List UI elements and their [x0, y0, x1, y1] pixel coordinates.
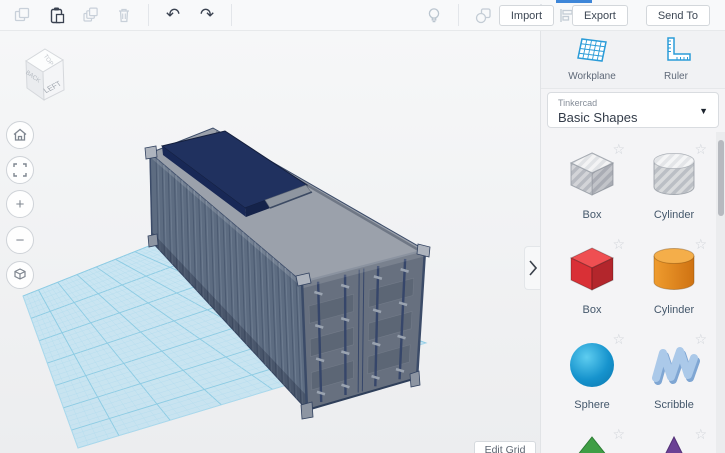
blue-sphere-icon [570, 343, 614, 387]
panel-tools: Workplane Ruler [541, 30, 725, 89]
workplane-icon [577, 38, 607, 62]
paste-button[interactable] [46, 5, 66, 25]
fit-view-button[interactable] [6, 156, 34, 184]
toolbar-divider [458, 4, 459, 26]
purple-pyramid-icon [665, 435, 683, 453]
group-icon [475, 8, 491, 24]
workplane-label: Workplane [568, 71, 616, 82]
workplane-tool[interactable]: Workplane [559, 36, 625, 82]
perspective-cube-icon [14, 268, 26, 280]
shape-tile-box[interactable]: ☆ Box [559, 237, 625, 338]
minus-icon: − [15, 231, 25, 249]
panel-scrollbar[interactable] [716, 132, 725, 453]
striped-cylinder-icon [653, 153, 695, 195]
home-view-button[interactable] [6, 121, 34, 149]
favorite-star-icon[interactable]: ☆ [694, 142, 707, 158]
striped-box-icon [569, 152, 615, 196]
favorite-star-icon[interactable]: ☆ [612, 237, 625, 253]
shape-label: Cylinder [653, 304, 695, 316]
zoom-out-button[interactable]: − [6, 226, 34, 254]
favorite-star-icon[interactable]: ☆ [694, 427, 707, 443]
shape-label: Cylinder [653, 209, 695, 221]
scene-3d [22, 127, 431, 449]
chevron-down-icon: ▼ [699, 106, 708, 116]
red-box-icon [569, 247, 615, 291]
panel-collapse-handle[interactable] [524, 246, 540, 290]
top-accent-bar [556, 0, 592, 3]
fit-view-icon [13, 163, 27, 177]
shape-label: Scribble [654, 399, 694, 411]
ruler-label: Ruler [664, 71, 688, 82]
favorite-star-icon[interactable]: ☆ [694, 237, 707, 253]
ruler-icon [667, 37, 691, 61]
scrollbar-thumb[interactable] [717, 140, 724, 216]
viewport-3d[interactable]: TOP BACK LEFT + − Edit Grid [0, 30, 540, 453]
edit-grid-button[interactable]: Edit Grid [474, 441, 536, 453]
home-icon [13, 128, 27, 141]
scribble-icon [652, 347, 700, 385]
redo-icon: ↷ [199, 4, 215, 25]
favorite-star-icon[interactable]: ☆ [612, 427, 625, 443]
export-button[interactable]: Export [572, 5, 628, 26]
undo-button[interactable]: ↶ [163, 5, 183, 25]
copy-icon [14, 7, 30, 22]
view-cube[interactable]: TOP BACK LEFT [14, 46, 70, 106]
orange-cylinder-icon [653, 248, 695, 290]
shape-tile-pyramid[interactable]: ☆ [641, 427, 707, 453]
plus-icon: + [15, 195, 25, 213]
shape-tile-scribble[interactable]: ☆ Scribble [641, 332, 707, 433]
dropdown-selected-value: Basic Shapes [558, 110, 638, 125]
shape-tile-sphere[interactable]: ☆ Sphere [559, 332, 625, 433]
dropdown-category: Tinkercad [558, 98, 598, 108]
chevron-right-icon [529, 260, 537, 276]
duplicate-icon [83, 7, 98, 22]
shape-library-dropdown[interactable]: Tinkercad Basic Shapes ▼ [547, 92, 719, 128]
toolbar-divider [148, 4, 149, 26]
perspective-toggle-button[interactable] [6, 261, 34, 289]
shapes-panel: Workplane Ruler Tinkercad Basic Shapes ▼… [540, 30, 725, 453]
favorite-star-icon[interactable]: ☆ [612, 142, 625, 158]
paste-icon [50, 7, 65, 24]
toolbar: ↶ ↷ Import Export Send To [0, 0, 725, 31]
shape-tile-cylinder[interactable]: ☆ Cylinder [641, 237, 707, 338]
shape-tile-roof[interactable]: ☆ [559, 427, 625, 453]
import-button[interactable]: Import [498, 5, 555, 26]
send-to-button[interactable]: Send To [645, 5, 710, 26]
redo-button[interactable]: ↷ [197, 5, 217, 25]
favorite-star-icon[interactable]: ☆ [694, 332, 707, 348]
shape-label: Box [582, 209, 602, 221]
green-roof-icon [578, 436, 606, 453]
ruler-tool[interactable]: Ruler [643, 36, 709, 82]
shape-tile-box-hole[interactable]: ☆ Box [559, 142, 625, 243]
toolbar-divider [231, 4, 232, 26]
copy-button[interactable] [12, 5, 32, 25]
shape-label: Box [582, 304, 602, 316]
duplicate-button[interactable] [80, 5, 100, 25]
shape-tile-cylinder-hole[interactable]: ☆ Cylinder [641, 142, 707, 243]
delete-button[interactable] [114, 5, 134, 25]
show-all-button[interactable] [424, 5, 444, 25]
trash-icon [119, 8, 129, 23]
shape-label: Sphere [574, 399, 610, 411]
undo-icon: ↶ [165, 4, 181, 25]
favorite-star-icon[interactable]: ☆ [612, 332, 625, 348]
shapes-grid: ☆ Box ☆ Cylinder ☆ Box ☆ Cylinder ☆ Sphe… [541, 132, 725, 453]
group-button[interactable] [473, 5, 493, 25]
zoom-in-button[interactable]: + [6, 190, 34, 218]
lightbulb-icon [428, 8, 440, 23]
